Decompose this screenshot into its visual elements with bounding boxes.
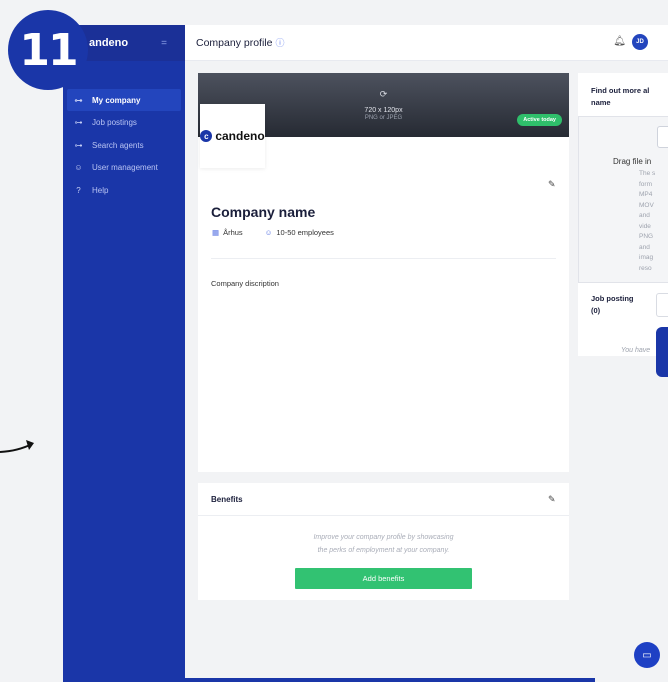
info-line: imag — [639, 254, 654, 261]
sidebar-item-label: Job postings — [92, 118, 137, 127]
edit-benefits-pencil-icon[interactable]: ✎ — [548, 494, 556, 505]
info-line: reso — [639, 264, 652, 272]
info-line: MOV — [639, 201, 654, 209]
info-line: The s — [639, 170, 656, 177]
company-description: Company discription — [211, 279, 279, 288]
drag-file-title: Drag file in — [613, 157, 652, 166]
add-benefits-button[interactable]: Add benefits — [295, 568, 472, 589]
job-posting-title: Job posting (0) — [591, 293, 634, 317]
divider — [211, 258, 556, 259]
title-line: Find out more al — [591, 86, 650, 95]
page-title: Company profile — [196, 36, 273, 49]
benefits-header: Benefits — [198, 483, 569, 516]
app-logo[interactable]: andeno — [89, 37, 128, 49]
edit-profile-pencil-icon[interactable]: ✎ — [548, 179, 556, 190]
users-icon: ☺ — [74, 163, 83, 172]
refresh-icon[interactable]: ⟳ — [198, 89, 569, 100]
sidebar-item-search-agents[interactable]: ⊶ Search agents — [67, 134, 181, 156]
menu-collapse-icon[interactable]: = — [161, 38, 167, 49]
info-line: PNG — [639, 233, 654, 240]
company-icon: ⊶ — [74, 95, 83, 105]
bell-icon[interactable]: 🔔︎ — [613, 36, 626, 47]
find-out-more-title: Find out more al name — [591, 85, 668, 109]
arrow-icon — [0, 440, 34, 453]
logo-text: candeno — [215, 129, 265, 143]
location-text: Århus — [223, 228, 243, 237]
sidebar-item-label: Help — [92, 185, 109, 195]
bottom-bar — [185, 678, 595, 682]
sidebar-nav: ⊶ My company ⊶ Job postings ⊶ Search age… — [63, 89, 185, 201]
sidebar-item-job-postings[interactable]: ⊶ Job postings — [67, 112, 181, 134]
title-line: Job posting — [591, 294, 634, 303]
title-line: name — [591, 98, 611, 107]
job-postings-icon: ⊶ — [74, 118, 83, 127]
info-line: form — [639, 180, 652, 188]
benefits-empty-line: the perks of employment at your company. — [317, 547, 450, 554]
sidebar-item-label: My company — [92, 95, 141, 105]
benefits-empty-line: Improve your company profile by showcasi… — [313, 534, 454, 541]
benefits-empty-text: Improve your company profile by showcasi… — [198, 531, 569, 557]
drag-file-info: The s form MP4 MOV and vide PNG and imag… — [639, 169, 655, 274]
right-panel: Find out more al name Drag file in The s… — [578, 73, 668, 356]
file-drop-zone[interactable]: Drag file in The s form MP4 MOV and vide… — [578, 116, 668, 283]
top-bar: Company profile ⓘ 🔔︎ JD — [185, 25, 668, 61]
help-circle-icon[interactable]: ⓘ — [275, 36, 284, 49]
sidebar-item-my-company[interactable]: ⊶ My company — [67, 89, 181, 111]
search-agents-icon: ⊶ — [74, 140, 83, 150]
logo-mark-icon: c — [200, 130, 213, 142]
feedback-side-tab[interactable] — [656, 327, 668, 377]
step-number-badge: 11 — [8, 10, 88, 90]
sidebar: andeno = ⊶ My company ⊶ Job postings ⊶ S… — [63, 25, 185, 682]
company-logo[interactable]: c candeno — [200, 104, 265, 168]
chat-icon[interactable]: ▭ — [634, 642, 660, 668]
employees-text: 10-50 employees — [276, 228, 334, 237]
sidebar-item-help[interactable]: ? Help — [67, 179, 181, 201]
sidebar-item-user-management[interactable]: ☺ User management — [67, 157, 181, 179]
job-posting-button[interactable] — [656, 293, 668, 317]
company-meta: ▦ Århus ☺ 10-50 employees — [212, 228, 334, 237]
status-badge: Active today — [517, 114, 562, 126]
info-line: vide — [639, 222, 651, 230]
sidebar-item-label: Search agents — [92, 140, 144, 150]
upload-button[interactable] — [657, 126, 668, 148]
building-icon: ▦ — [212, 228, 220, 237]
benefits-title: Benefits — [211, 494, 243, 504]
title-line: (0) — [591, 306, 601, 315]
avatar[interactable]: JD — [632, 34, 648, 50]
job-posting-empty-text: You have — [621, 347, 651, 354]
benefits-card: Benefits ✎ Improve your company profile … — [198, 483, 569, 600]
info-line: MP4 — [639, 191, 653, 198]
sidebar-item-label: User management — [92, 163, 158, 172]
employees-icon: ☺ — [264, 228, 273, 237]
info-line: and — [639, 212, 650, 219]
company-name: Company name — [211, 204, 316, 220]
logo-wordmark: c candeno — [200, 129, 265, 143]
help-icon: ? — [76, 185, 81, 195]
company-profile-card: ⟳ 720 x 120px PNG or JPEG Active today c… — [198, 73, 569, 472]
info-line: and — [639, 243, 650, 251]
